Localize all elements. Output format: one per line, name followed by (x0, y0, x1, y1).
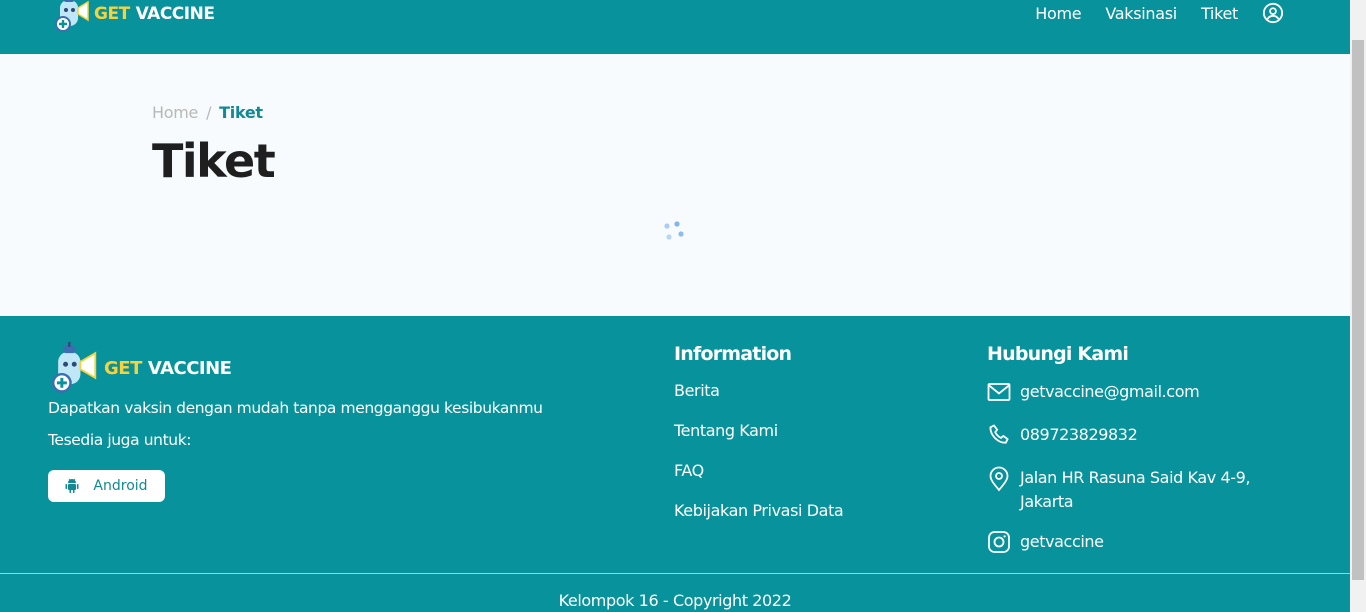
footer-link-kebijakan-privasi[interactable]: Kebijakan Privasi Data (674, 501, 844, 520)
navbar: GET VACCINE Home Vaksinasi Tiket (0, 0, 1350, 54)
nav-vaksinasi-link[interactable]: Vaksinasi (1105, 4, 1177, 23)
spinner-dots-icon (664, 221, 684, 240)
footer-link-tentang-kami[interactable]: Tentang Kami (674, 421, 778, 440)
breadcrumb: Home / Tiket (152, 103, 263, 122)
android-icon (65, 478, 79, 493)
contact-email[interactable]: getvaccine@gmail.com (987, 380, 1270, 404)
footer-available-text: Tesedia juga untuk: (48, 431, 192, 449)
contact-email-text: getvaccine@gmail.com (1020, 382, 1200, 401)
android-download-button[interactable]: Android (48, 470, 165, 502)
header-logo[interactable]: GET VACCINE (50, 0, 215, 34)
page-title: Tiket (152, 134, 276, 188)
logo-get-text: GET (94, 4, 130, 24)
logo-vaccine-text: VACCINE (135, 4, 215, 24)
footer-description: Dapatkan vaksin dengan mudah tanpa mengg… (48, 399, 543, 417)
contact-instagram[interactable]: getvaccine (987, 530, 1270, 554)
footer-link-faq[interactable]: FAQ (674, 461, 704, 480)
contact-address-text: Jalan HR Rasuna Said Kav 4-9, Jakarta (1020, 468, 1251, 511)
scrollbar-thumb[interactable] (1352, 40, 1364, 580)
mascot-icon (51, 342, 97, 393)
contact-heading: Hubungi Kami (987, 343, 1129, 365)
footer-link-berita[interactable]: Berita (674, 381, 720, 400)
breadcrumb-home-link[interactable]: Home (152, 103, 198, 122)
logo-get-text: GET (104, 357, 142, 379)
android-button-label: Android (93, 478, 148, 494)
mail-icon (987, 383, 1011, 401)
breadcrumb-separator: / (206, 103, 212, 122)
footer-divider (0, 573, 1350, 574)
page-scrollbar[interactable] (1350, 0, 1366, 612)
mascot-icon (55, 0, 89, 32)
contact-address: Jalan HR Rasuna Said Kav 4-9, Jakarta (987, 466, 1270, 514)
logo-wordmark: GET VACCINE (104, 357, 232, 379)
contact-instagram-text: getvaccine (1020, 532, 1104, 551)
copyright-text: Kelompok 16 - Copyright 2022 (558, 591, 792, 610)
nav-menu: Home Vaksinasi Tiket (1035, 0, 1284, 26)
contact-phone-text: 089723829832 (1020, 425, 1138, 444)
instagram-icon (988, 531, 1010, 553)
breadcrumb-current: Tiket (219, 103, 263, 122)
logo-vaccine-text: VACCINE (147, 357, 232, 379)
logo-wordmark: GET VACCINE (94, 4, 215, 24)
location-pin-icon (989, 466, 1009, 492)
phone-icon (989, 424, 1009, 444)
nav-tiket-link[interactable]: Tiket (1201, 4, 1238, 23)
nav-home-link[interactable]: Home (1035, 4, 1081, 23)
information-heading: Information (674, 343, 792, 365)
footer-logo[interactable]: GET VACCINE (48, 342, 232, 394)
user-circle-icon[interactable] (1262, 2, 1284, 24)
contact-phone[interactable]: 089723829832 (987, 423, 1270, 447)
